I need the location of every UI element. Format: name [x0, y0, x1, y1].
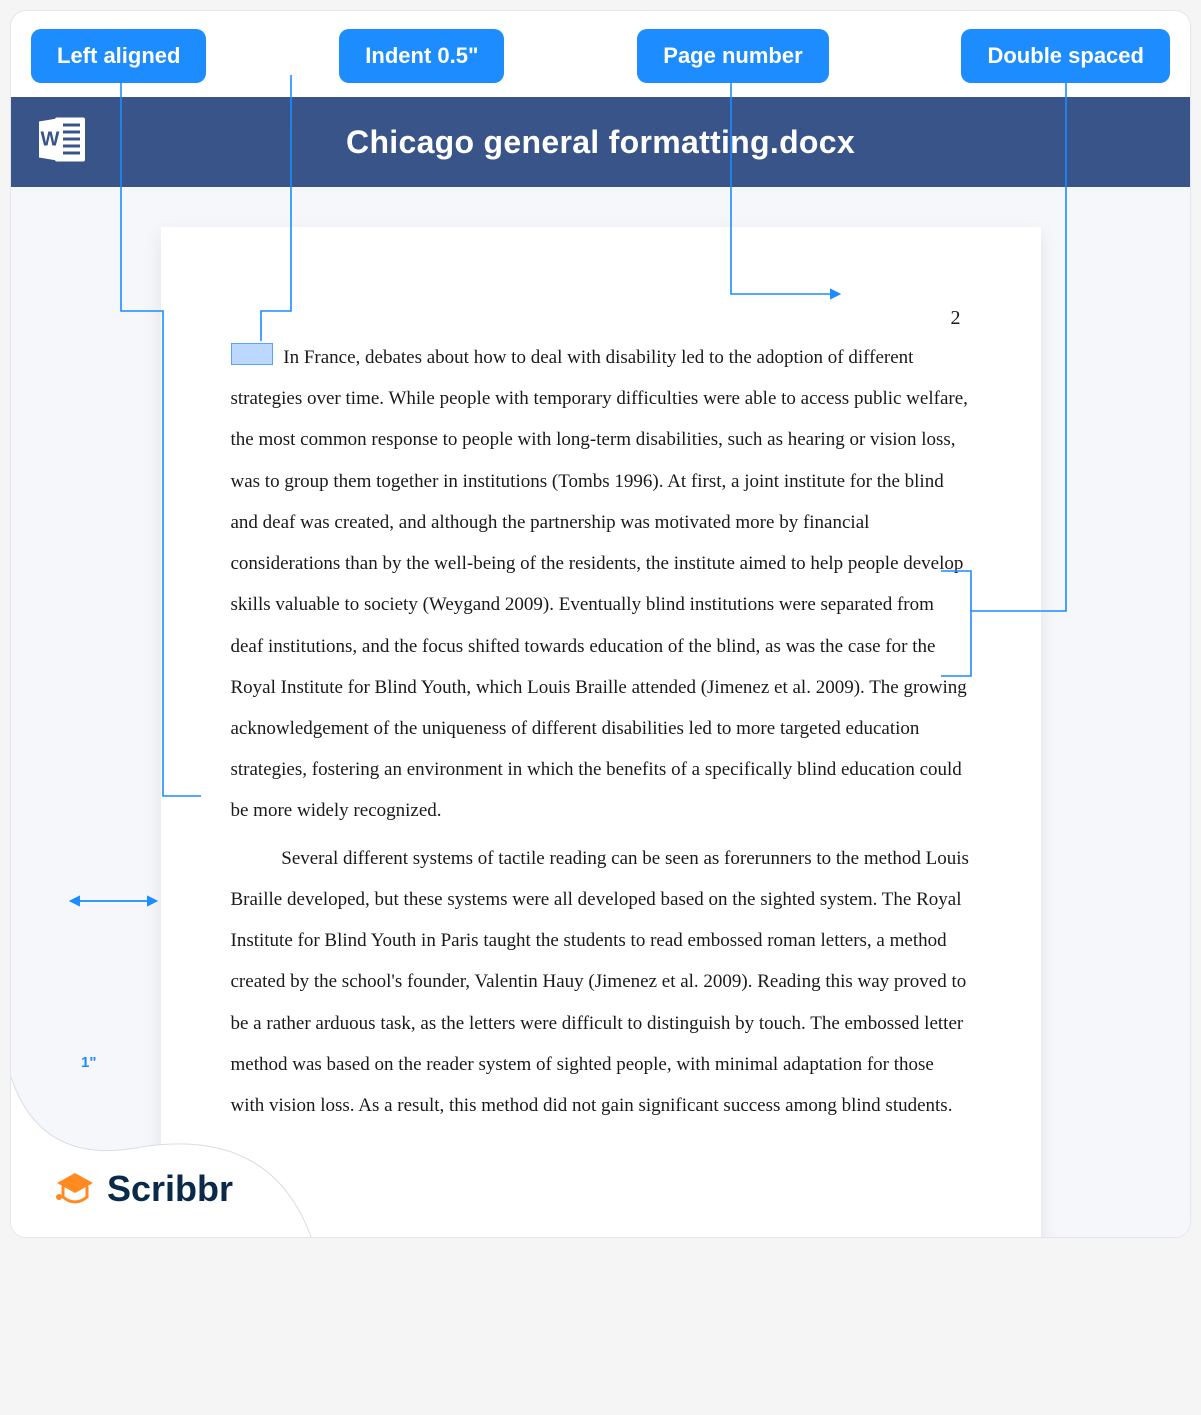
paragraph-2: Several different systems of tactile rea… — [231, 838, 971, 1127]
card: Left aligned Indent 0.5" Page number Dou… — [10, 10, 1191, 1238]
margin-label: 1" — [81, 1054, 96, 1071]
page-canvas: 2 In France, debates about how to deal w… — [11, 187, 1190, 1237]
paragraph-1: In France, debates about how to deal wit… — [231, 337, 971, 832]
word-icon: W — [35, 112, 91, 173]
label-row: Left aligned Indent 0.5" Page number Dou… — [11, 11, 1190, 97]
document-title: Chicago general formatting.docx — [346, 124, 855, 161]
paragraph-1-text: In France, debates about how to deal wit… — [231, 347, 968, 821]
label-page-number: Page number — [637, 29, 828, 83]
label-indent: Indent 0.5" — [339, 29, 504, 83]
label-double-spaced: Double spaced — [961, 29, 1169, 83]
page-number: 2 — [951, 297, 961, 340]
body-text: In France, debates about how to deal wit… — [231, 337, 971, 1126]
document-page: 2 In France, debates about how to deal w… — [161, 227, 1041, 1238]
word-titlebar: W Chicago general formatting.docx — [11, 97, 1190, 187]
indent-highlight — [231, 343, 273, 365]
graduation-cap-icon — [53, 1167, 97, 1211]
label-left-aligned: Left aligned — [31, 29, 206, 83]
svg-text:W: W — [41, 129, 60, 151]
paragraph-2-text: Several different systems of tactile rea… — [231, 848, 969, 1116]
